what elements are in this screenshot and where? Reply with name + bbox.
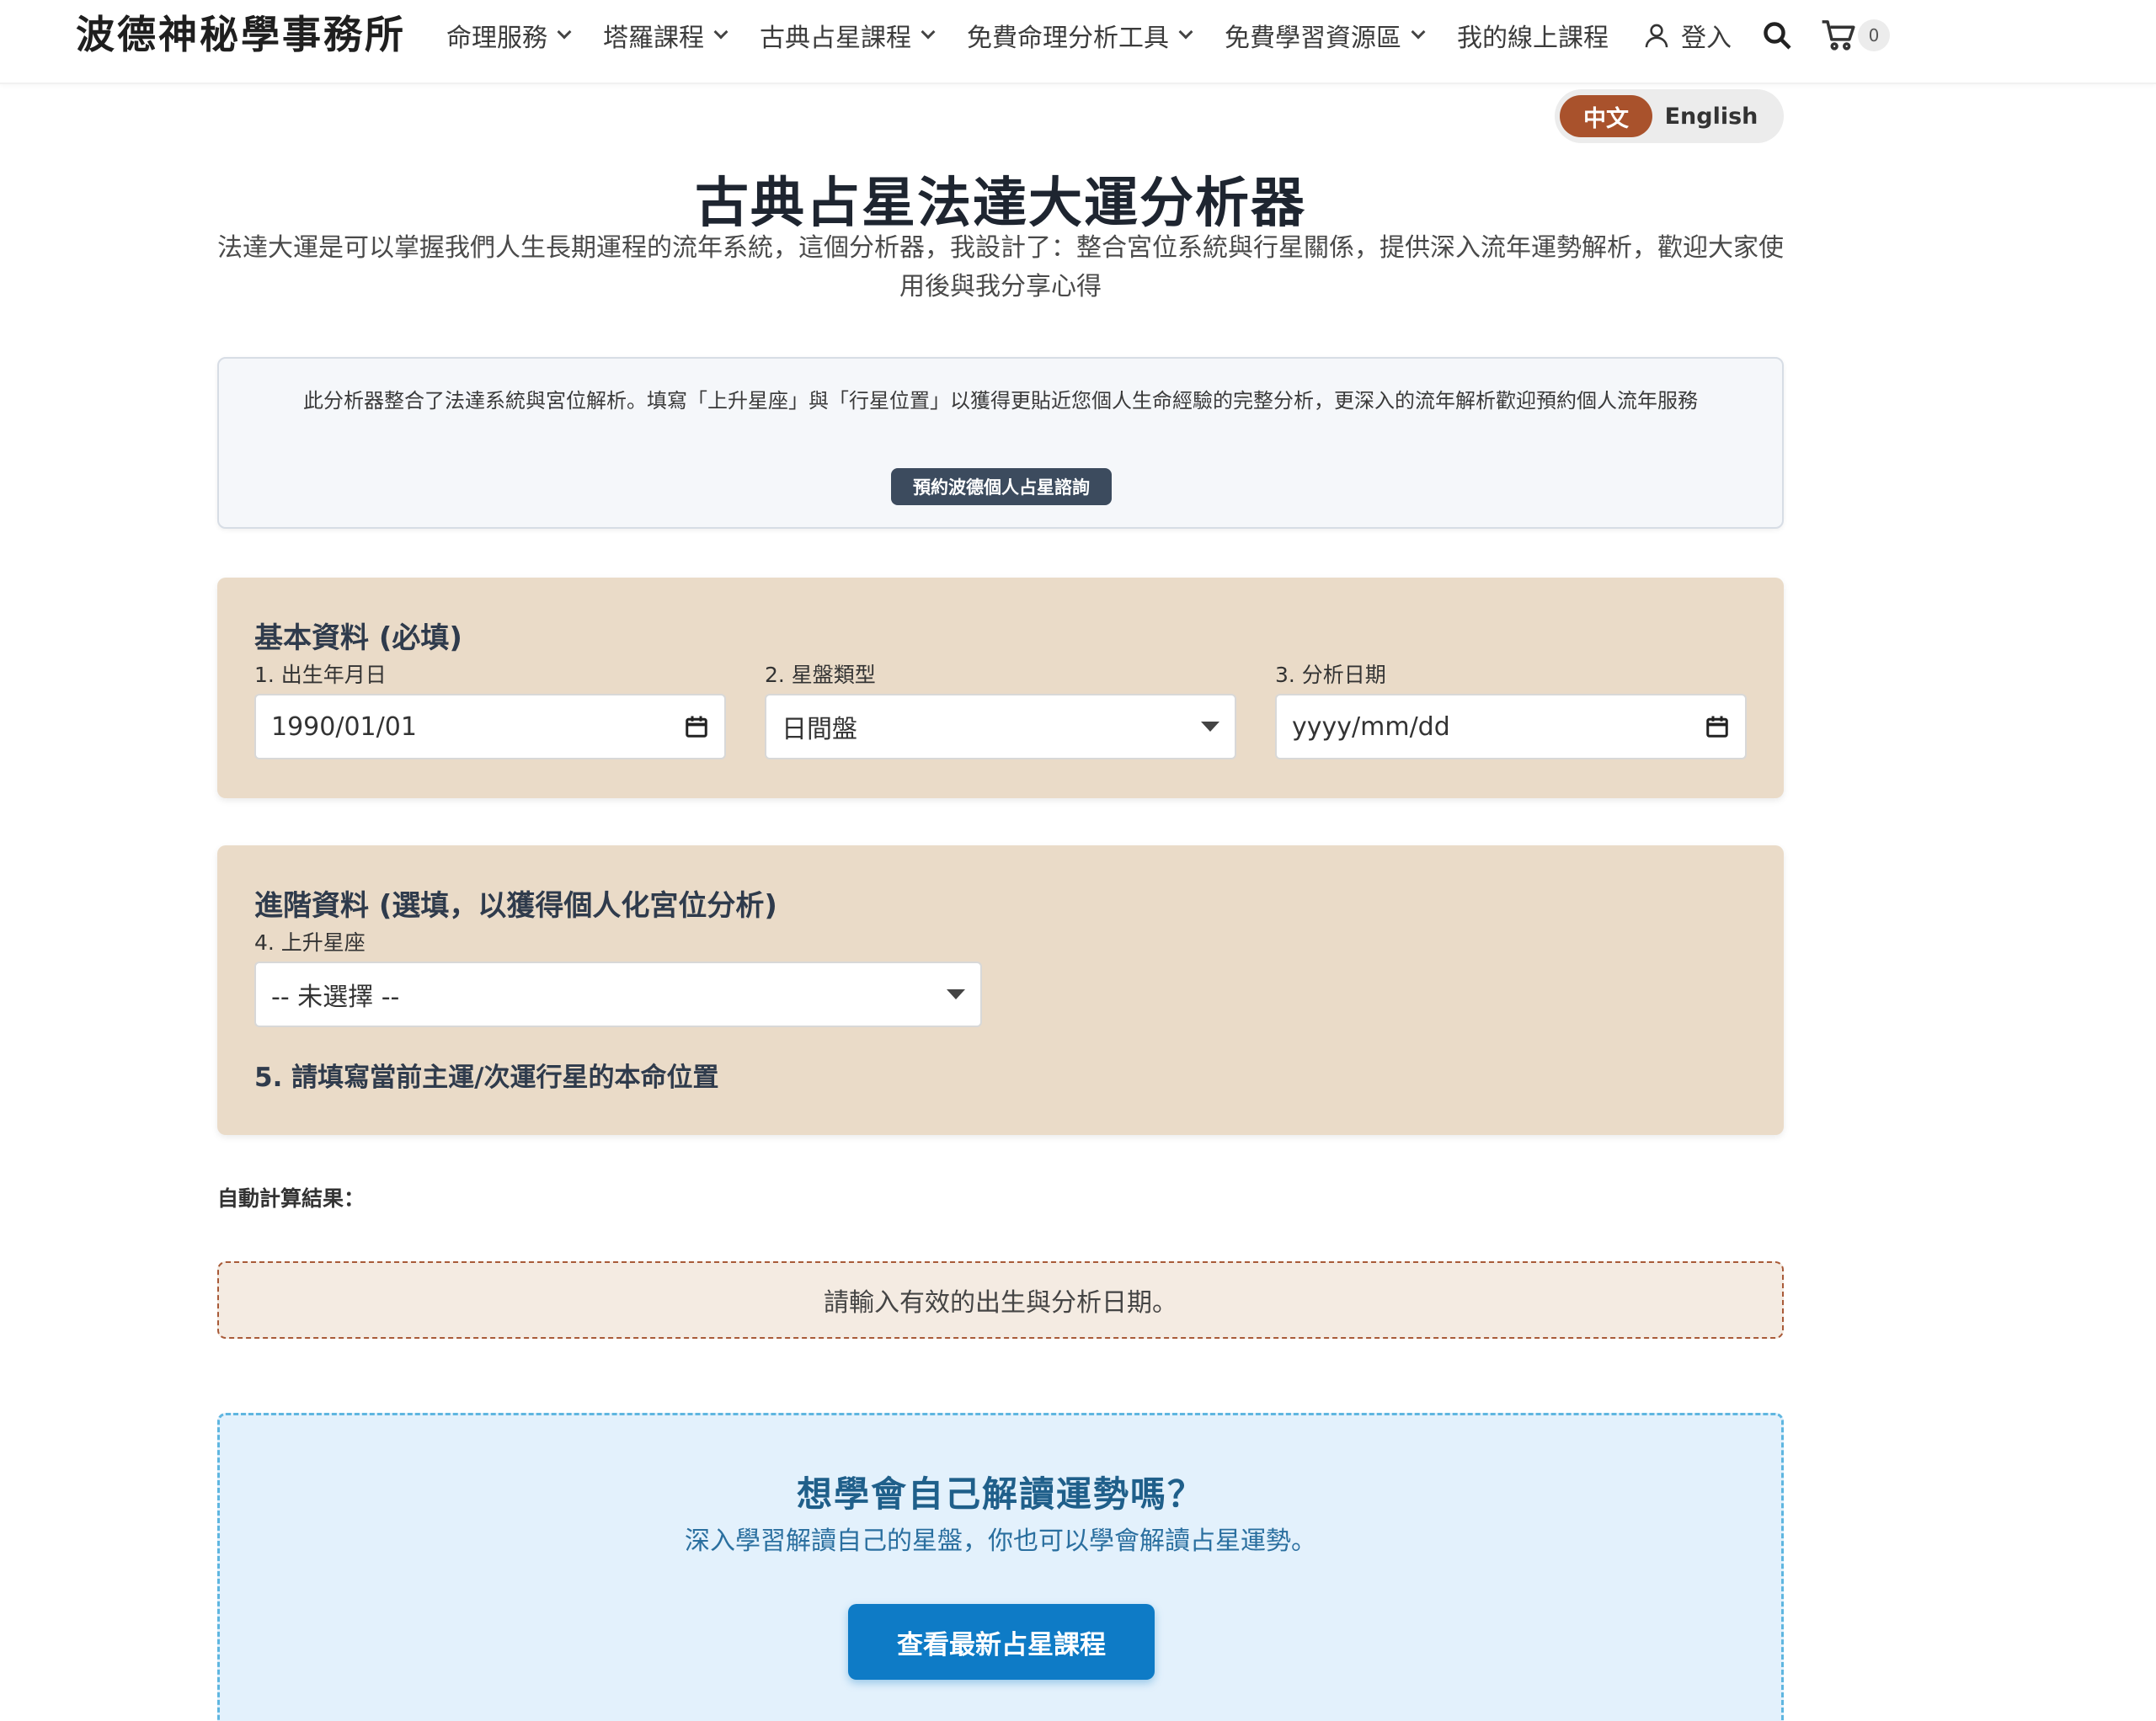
result-label: 自動計算結果：	[217, 1186, 366, 1211]
planet-position-title: 5. 請填寫當前主運/次運行星的本命位置	[254, 1063, 719, 1093]
page-title: 古典占星法達大運分析器	[695, 173, 1306, 235]
chart-type-label: 2. 星盤類型	[765, 663, 876, 687]
dropdown-arrow-icon	[1201, 722, 1219, 732]
promo-title: 想學會自己解讀運勢嗎？	[796, 1473, 1204, 1515]
result-message: 請輸入有效的出生與分析日期。	[824, 1288, 1177, 1318]
birth-date-value: 1990/01/01	[271, 711, 417, 742]
cart-button[interactable]: 0	[1821, 19, 1890, 52]
result-message-box: 請輸入有效的出生與分析日期。	[217, 1261, 1784, 1339]
search-icon[interactable]	[1762, 20, 1792, 51]
chart-type-select[interactable]: 日間盤	[765, 694, 1236, 759]
basic-info-card: 基本資料 (必填) 1. 出生年月日 1990/01/01 2. 星盤類型 日間…	[217, 578, 1784, 798]
nav-item-services[interactable]: 命理服務	[446, 17, 572, 54]
nav-item-tarot[interactable]: 塔羅課程	[603, 17, 728, 54]
chevron-down-icon	[1411, 24, 1426, 40]
nav-label: 我的線上課程	[1457, 24, 1609, 53]
chevron-down-icon	[713, 24, 728, 40]
user-icon	[1645, 24, 1668, 48]
chevron-down-icon	[921, 24, 936, 40]
ascendant-value: -- 未選擇 --	[271, 983, 400, 1012]
analysis-date-placeholder: yyyy/mm/dd	[1292, 711, 1450, 742]
chevron-down-icon	[557, 24, 572, 40]
nav-item-tools[interactable]: 免費命理分析工具	[967, 17, 1193, 54]
chevron-down-icon	[1178, 24, 1193, 40]
notice-text: 此分析器整合了法達系統與宮位解析。填寫「上升星座」與「行星位置」以獲得更貼近您個…	[303, 389, 1698, 413]
lang-chinese-button[interactable]: 中文	[1560, 95, 1652, 137]
analysis-date-label: 3. 分析日期	[1275, 663, 1386, 687]
dropdown-arrow-icon	[947, 989, 965, 999]
login-label: 登入	[1681, 24, 1732, 53]
nav-label: 免費命理分析工具	[967, 24, 1169, 53]
cart-icon	[1822, 20, 1855, 51]
analysis-date-input[interactable]: yyyy/mm/dd	[1275, 694, 1747, 759]
ascendant-select[interactable]: -- 未選擇 --	[254, 962, 982, 1027]
basic-info-title: 基本資料 (必填)	[254, 621, 462, 655]
language-switch: 中文 English	[1555, 89, 1784, 143]
view-courses-button[interactable]: 查看最新占星課程	[848, 1604, 1155, 1680]
birth-date-input[interactable]: 1990/01/01	[254, 694, 726, 759]
nav-label: 免費學習資源區	[1225, 24, 1401, 53]
advanced-info-card: 進階資料 (選填，以獲得個人化宮位分析) 4. 上升星座 -- 未選擇 -- 5…	[217, 845, 1784, 1135]
birth-date-label: 1. 出生年月日	[254, 663, 387, 687]
calendar-icon[interactable]	[684, 714, 709, 739]
book-consultation-button[interactable]: 預約波德個人占星諮詢	[891, 468, 1112, 505]
login-link[interactable]: 登入	[1642, 17, 1732, 54]
site-logo[interactable]: 波德神秘學事務所	[76, 8, 406, 61]
notice-box: 此分析器整合了法達系統與宮位解析。填寫「上升星座」與「行星位置」以獲得更貼近您個…	[217, 357, 1784, 529]
lang-english-button[interactable]: English	[1652, 95, 1770, 137]
cart-count-badge: 0	[1858, 19, 1890, 51]
chart-type-value: 日間盤	[782, 715, 857, 744]
advanced-info-title: 進階資料 (選填，以獲得個人化宮位分析)	[254, 889, 777, 923]
nav-item-my-courses[interactable]: 我的線上課程	[1457, 17, 1609, 54]
course-promo-box: 想學會自己解讀運勢嗎？ 深入學習解讀自己的星盤，你也可以學會解讀占星運勢。 查看…	[217, 1413, 1784, 1721]
nav-label: 命理服務	[446, 24, 547, 53]
nav-item-resources[interactable]: 免費學習資源區	[1225, 17, 1426, 54]
site-header: 波德神秘學事務所 命理服務 塔羅課程 古典占星課程 免費命理分析工具 免費學習資…	[0, 0, 2156, 84]
nav-item-astrology[interactable]: 古典占星課程	[760, 17, 936, 54]
nav-label: 塔羅課程	[603, 24, 704, 53]
promo-subtitle: 深入學習解讀自己的星盤，你也可以學會解讀占星運勢。	[685, 1527, 1316, 1556]
page-intro: 法達大運是可以掌握我們人生長期運程的流年系統，這個分析器，我設計了：整合宮位系統…	[217, 233, 1784, 301]
ascendant-label: 4. 上升星座	[254, 930, 366, 955]
main-nav: 命理服務 塔羅課程 古典占星課程 免費命理分析工具 免費學習資源區 我的線上課程…	[446, 15, 1890, 56]
nav-label: 古典占星課程	[760, 24, 911, 53]
calendar-icon[interactable]	[1705, 714, 1730, 739]
